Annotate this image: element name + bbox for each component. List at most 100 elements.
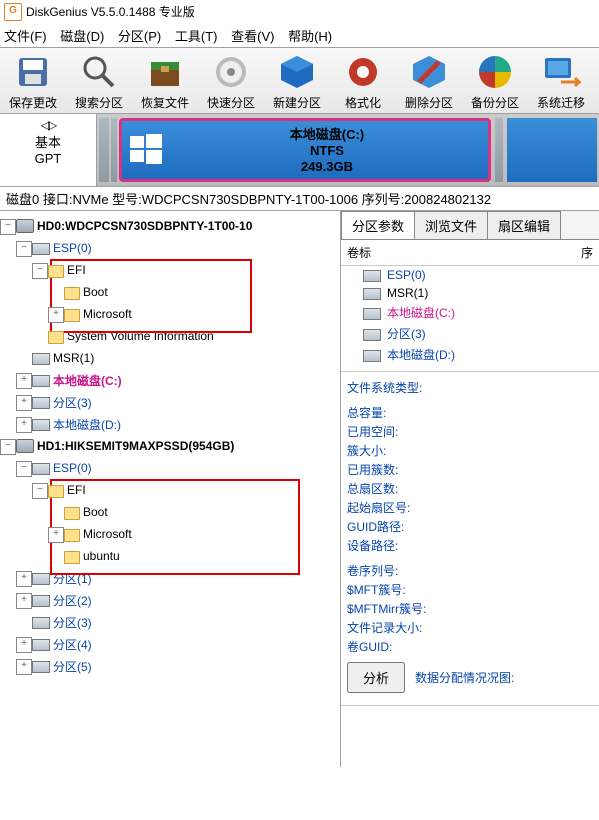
allocation-chart-label: 数据分配情况况图: [415, 669, 514, 686]
tab-partition-params[interactable]: 分区参数 [341, 211, 415, 239]
format-button[interactable]: 格式化 [330, 48, 396, 113]
partition-sliver[interactable] [111, 118, 117, 182]
tree-part-2[interactable]: 分区(2) [53, 592, 92, 609]
new-partition-button[interactable]: 新建分区 [264, 48, 330, 113]
recover-files-button[interactable]: 恢复文件 [132, 48, 198, 113]
tree-part-4[interactable]: 分区(4) [53, 636, 92, 653]
disk-info-line: 磁盘0 接口:NVMe 型号:WDCPCSN730SDBPNTY-1T00-10… [0, 187, 599, 211]
expand-icon[interactable]: + [48, 527, 64, 543]
title-bar: G DiskGenius V5.5.0.1488 专业版 [0, 0, 599, 24]
partition-icon [363, 308, 381, 320]
partition-sliver[interactable] [507, 118, 597, 182]
expand-icon[interactable]: + [16, 395, 32, 411]
tree-disk-hd1[interactable]: HD1:HIKSEMIT9MAXPSSD(954GB) [37, 439, 234, 453]
tree-part-esp1[interactable]: ESP(0) [53, 461, 92, 475]
tree-part-d[interactable]: 本地磁盘(D:) [53, 416, 121, 433]
partition-list-item[interactable]: 本地磁盘(D:) [341, 344, 599, 365]
tree-folder-efi[interactable]: EFI [67, 263, 86, 277]
prop-total-sectors: 总扇区数: [341, 479, 599, 498]
expand-icon[interactable]: + [16, 571, 32, 587]
tabs: 分区参数 浏览文件 扇区编辑 [341, 211, 599, 240]
collapse-icon[interactable]: − [32, 263, 48, 279]
part-fs: NTFS [166, 143, 488, 159]
partition-icon [32, 463, 50, 475]
menu-view[interactable]: 查看(V) [231, 29, 274, 44]
disk-scheme-label: GPT [2, 151, 94, 166]
partition-icon [363, 288, 381, 300]
col-volume-label: 卷标 [347, 244, 371, 261]
prop-cluster-size: 簇大小: [341, 441, 599, 460]
prop-vol-serial: 卷序列号: [341, 561, 599, 580]
tree-part-msr[interactable]: MSR(1) [53, 351, 94, 365]
tab-sector-edit[interactable]: 扇区编辑 [487, 211, 561, 239]
toolbar: 保存更改 搜索分区 恢复文件 快速分区 新建分区 格式化 删除分区 备份分区 系… [0, 47, 599, 114]
tree-folder-ubuntu[interactable]: ubuntu [83, 549, 120, 563]
folder-icon [64, 507, 80, 520]
folder-icon [48, 265, 64, 278]
collapse-icon[interactable]: − [0, 219, 16, 235]
partition-list-item[interactable]: 本地磁盘(C:) [341, 302, 599, 323]
quick-partition-button[interactable]: 快速分区 [198, 48, 264, 113]
tree-part-3b[interactable]: 分区(3) [53, 614, 92, 631]
partition-sliver[interactable] [495, 118, 503, 182]
expand-icon[interactable]: + [16, 373, 32, 389]
tree-folder-boot[interactable]: Boot [83, 285, 108, 299]
prop-mft-mirr: $MFTMirr簇号: [341, 599, 599, 618]
disk-map[interactable]: 本地磁盘(C:) NTFS 249.3GB [97, 114, 599, 186]
tree-folder-svi[interactable]: System Volume Information [67, 329, 214, 343]
disk-nav: ◁▷ 基本 GPT [0, 114, 97, 186]
menu-disk[interactable]: 磁盘(D) [60, 29, 104, 44]
save-changes-button[interactable]: 保存更改 [0, 48, 66, 113]
tree-part-3[interactable]: 分区(3) [53, 394, 92, 411]
expand-icon[interactable]: + [48, 307, 64, 323]
partition-list-item[interactable]: ESP(0) [341, 266, 599, 284]
prop-vol-guid: 卷GUID: [341, 637, 599, 656]
partition-list-item[interactable]: MSR(1) [341, 284, 599, 302]
menu-help[interactable]: 帮助(H) [288, 29, 332, 44]
partition-icon [32, 353, 50, 365]
menu-tool[interactable]: 工具(T) [175, 29, 218, 44]
delete-partition-button[interactable]: 删除分区 [396, 48, 462, 113]
expand-icon[interactable]: + [16, 659, 32, 675]
backup-partition-button[interactable]: 备份分区 [462, 48, 528, 113]
tree-part-5[interactable]: 分区(5) [53, 658, 92, 675]
folder-icon [64, 529, 80, 542]
prop-device-path: 设备路径: [341, 536, 599, 555]
collapse-icon[interactable]: − [16, 241, 32, 257]
tree-folder-microsoft1[interactable]: Microsoft [83, 527, 132, 541]
tree-disk-hd0[interactable]: HD0:WDCPCSN730SDBPNTY-1T00-10 [37, 219, 252, 233]
divider [341, 705, 599, 706]
system-migrate-button[interactable]: 系统迁移 [528, 48, 594, 113]
menu-partition[interactable]: 分区(P) [118, 29, 161, 44]
partition-box-c[interactable]: 本地磁盘(C:) NTFS 249.3GB [119, 118, 491, 182]
folder-icon [64, 309, 80, 322]
expand-icon[interactable]: + [16, 637, 32, 653]
tab-browse-files[interactable]: 浏览文件 [414, 211, 488, 239]
collapse-icon[interactable]: − [16, 461, 32, 477]
partition-sliver[interactable] [99, 118, 109, 182]
collapse-icon[interactable]: − [0, 439, 16, 455]
col-seq: 序 [581, 244, 593, 261]
expand-icon[interactable]: + [16, 417, 32, 433]
tree-part-c[interactable]: 本地磁盘(C:) [53, 372, 122, 389]
partition-icon [32, 595, 50, 607]
nav-next-icon[interactable]: ▷ [48, 118, 55, 132]
folder-icon [64, 287, 80, 300]
nav-prev-icon[interactable]: ◁ [41, 118, 48, 132]
expand-icon[interactable]: + [16, 593, 32, 609]
tree-part-esp[interactable]: ESP(0) [53, 241, 92, 255]
tree-folder-efi1[interactable]: EFI [67, 483, 86, 497]
menu-file[interactable]: 文件(F) [4, 29, 47, 44]
divider [341, 371, 599, 372]
search-partition-button[interactable]: 搜索分区 [66, 48, 132, 113]
partition-icon [32, 419, 50, 431]
tree-folder-boot1[interactable]: Boot [83, 505, 108, 519]
collapse-icon[interactable]: − [32, 483, 48, 499]
prop-mft-cluster: $MFT簇号: [341, 580, 599, 599]
tree-part-1[interactable]: 分区(1) [53, 570, 92, 587]
partition-icon [32, 617, 50, 629]
partition-list-item[interactable]: 分区(3) [341, 323, 599, 344]
analyze-button[interactable]: 分析 [347, 662, 405, 693]
tree-folder-microsoft[interactable]: Microsoft [83, 307, 132, 321]
windows-logo-icon [128, 132, 164, 168]
